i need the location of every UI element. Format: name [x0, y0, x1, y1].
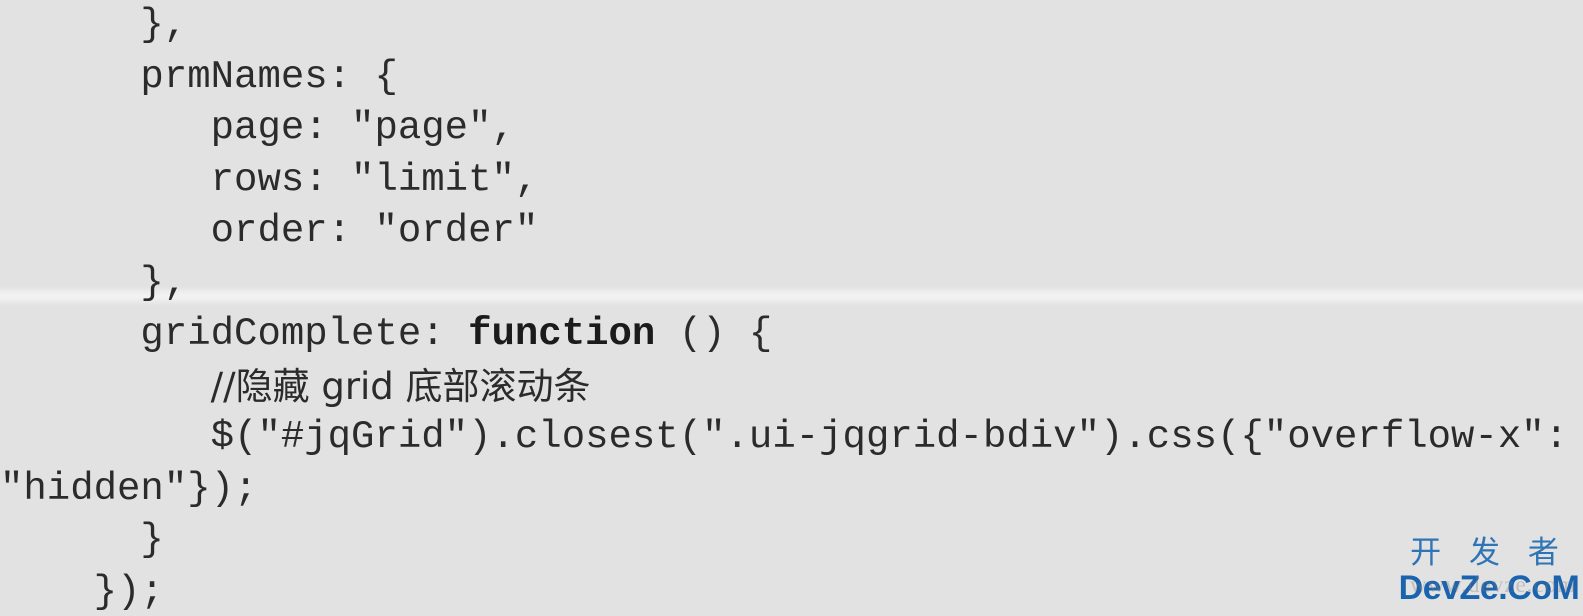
- code-line: page: "page",: [0, 106, 515, 150]
- code-line: $("#jqGrid").closest(".ui-jqgrid-bdiv").…: [0, 415, 1569, 459]
- code-line: rows: "limit",: [0, 157, 539, 202]
- code-line: });: [0, 569, 164, 614]
- code-line: },: [0, 3, 188, 47]
- code-line: }: [0, 518, 164, 562]
- code-block: }, prmNames: { page: "page", rows: "limi…: [0, 0, 1583, 616]
- code-line: order: "order": [0, 209, 539, 253]
- code-keyword: function: [468, 312, 656, 356]
- code-screenshot: }, prmNames: { page: "page", rows: "limi…: [0, 0, 1583, 616]
- code-comment-text: //隐藏 grid 底部滚动条: [210, 364, 591, 408]
- code-line: gridComplete: function () {: [0, 312, 773, 356]
- code-line: },: [0, 260, 188, 305]
- code-comment-line: //隐藏 grid 底部滚动条: [0, 361, 1583, 413]
- code-line: prmNames: {: [0, 54, 398, 99]
- code-line-wrapped: "hidden"});: [0, 466, 258, 511]
